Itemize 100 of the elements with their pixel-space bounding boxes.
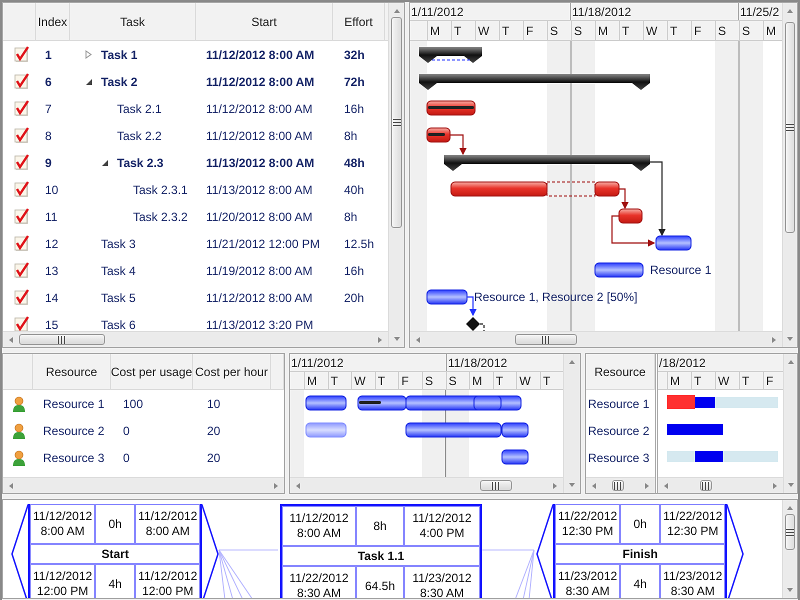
- vertical-scrollbar[interactable]: [782, 3, 797, 347]
- scroll-thumb[interactable]: [19, 334, 105, 345]
- scroll-left-icon[interactable]: [590, 482, 598, 490]
- start-cell-text: 11/12/2012 8:00 AM: [205, 102, 314, 116]
- column-header[interactable]: Cost per hour: [195, 364, 268, 378]
- scroll-down-icon[interactable]: [786, 335, 794, 343]
- horizontal-scrollbar[interactable]: [586, 477, 655, 493]
- scroll-up-icon[interactable]: [786, 358, 794, 366]
- start-cell-text: 11/19/2012 8:00 AM: [205, 264, 314, 278]
- scroll-left-icon[interactable]: [414, 336, 422, 344]
- scroll-thumb[interactable]: [391, 17, 402, 228]
- checked-note-icon[interactable]: [14, 235, 30, 252]
- start-cell-text: 11/12/2012 8:00 AM: [205, 48, 316, 62]
- vertical-scrollbar[interactable]: [563, 354, 580, 493]
- milestone-node[interactable]: 11/22/2012 12:30 PM 0h 11/22/2012 12:30 PM Finish 11/23/2012 8:30 AM 4h 11/23/2012 8:30 AM: [536, 504, 744, 598]
- vertical-scrollbar[interactable]: [783, 354, 797, 493]
- dependency-arrow: [619, 188, 629, 210]
- checked-note-icon[interactable]: [14, 100, 30, 117]
- effort-cell-text: 32h: [343, 48, 366, 62]
- task-bar[interactable]: [618, 208, 642, 224]
- date-text: 11/12/2012 8:00 AM: [33, 509, 92, 539]
- day-label: M: [307, 374, 317, 388]
- vertical-scrollbar[interactable]: [388, 3, 404, 347]
- task-bar[interactable]: [426, 100, 476, 116]
- task-bar[interactable]: [594, 262, 644, 278]
- checked-note-icon[interactable]: [14, 262, 30, 279]
- scroll-left-icon[interactable]: [7, 482, 15, 490]
- summary-bar[interactable]: [419, 74, 650, 90]
- scroll-thumb[interactable]: [700, 480, 712, 491]
- task-bar[interactable]: [656, 236, 692, 250]
- task-bar[interactable]: [594, 182, 620, 196]
- date-text: 11/22/2012 8:30 AM: [288, 571, 350, 598]
- resource-bar[interactable]: [406, 422, 502, 438]
- horizontal-scrollbar[interactable]: [3, 331, 388, 347]
- scroll-thumb[interactable]: [785, 514, 795, 550]
- scroll-up-icon[interactable]: [392, 7, 400, 15]
- index-cell-text: 7: [44, 102, 53, 116]
- cost-cell-text: 0: [122, 424, 131, 438]
- day-label: T: [622, 24, 630, 38]
- scroll-left-icon[interactable]: [7, 336, 15, 344]
- expanded-arrow-icon[interactable]: [85, 78, 93, 86]
- checked-note-icon[interactable]: [14, 208, 30, 225]
- column-header[interactable]: Task: [120, 14, 145, 28]
- scroll-right-icon[interactable]: [643, 482, 651, 490]
- resource-bar[interactable]: [306, 396, 346, 410]
- column-header[interactable]: Start: [251, 14, 277, 28]
- duration-text: 4h: [633, 576, 647, 592]
- scroll-thumb[interactable]: [515, 334, 577, 345]
- task-bar[interactable]: [426, 128, 450, 142]
- effort-cell-text: 48h: [343, 156, 366, 170]
- start-cell-text: 11/21/2012 12:00 PM: [205, 236, 321, 250]
- date-text: 11/22/2012 12:30 PM: [663, 509, 722, 539]
- scroll-left-icon[interactable]: [662, 482, 670, 490]
- scroll-thumb[interactable]: [785, 22, 795, 233]
- summary-bar[interactable]: [419, 47, 482, 63]
- resource-bar[interactable]: [474, 396, 502, 410]
- resource-bar[interactable]: [502, 422, 528, 438]
- checked-note-icon[interactable]: [14, 289, 30, 306]
- index-cell-text: 8: [44, 128, 53, 142]
- collapsed-arrow-icon[interactable]: [85, 50, 93, 59]
- vertical-scrollbar[interactable]: [782, 500, 797, 598]
- scroll-up-icon[interactable]: [786, 7, 794, 15]
- horizontal-scrollbar[interactable]: [290, 477, 563, 493]
- scroll-right-icon[interactable]: [551, 482, 559, 490]
- resource-bar[interactable]: [358, 396, 406, 410]
- milestone-node[interactable]: 11/12/2012 8:00 AM 0h 11/12/2012 8:00 AM Start 11/12/2012 12:00 PM 4h 11/12/2012 12:00 PM: [11, 504, 219, 598]
- scroll-left-icon[interactable]: [294, 482, 302, 490]
- checked-note-icon[interactable]: [14, 73, 30, 90]
- day-label: T: [454, 24, 462, 38]
- scroll-right-icon[interactable]: [376, 336, 384, 344]
- day-label: F: [694, 24, 702, 38]
- scroll-up-icon[interactable]: [786, 504, 794, 512]
- scroll-right-icon[interactable]: [771, 482, 779, 490]
- column-header[interactable]: Resource: [46, 364, 98, 378]
- horizontal-scrollbar[interactable]: [410, 331, 782, 347]
- checked-note-icon[interactable]: [14, 46, 30, 63]
- start-cell-text: 11/13/2012 3:20 PM: [205, 318, 314, 331]
- scroll-down-icon[interactable]: [568, 481, 576, 489]
- checked-note-icon[interactable]: [14, 181, 30, 198]
- summary-bar[interactable]: [444, 155, 650, 171]
- expanded-arrow-icon[interactable]: [101, 158, 109, 166]
- checked-note-icon[interactable]: [14, 127, 30, 144]
- column-header[interactable]: Cost per usage: [111, 364, 192, 378]
- scroll-right-icon[interactable]: [272, 482, 280, 490]
- checked-note-icon[interactable]: [14, 154, 30, 171]
- column-header[interactable]: Index: [38, 14, 68, 28]
- checked-note-icon[interactable]: [14, 316, 30, 331]
- scroll-down-icon[interactable]: [786, 586, 794, 594]
- scroll-thumb[interactable]: [480, 480, 512, 491]
- task-bar[interactable]: [426, 290, 468, 304]
- horizontal-scrollbar[interactable]: [658, 477, 783, 493]
- task-node[interactable]: 11/12/2012 8:00 AM 8h 11/12/2012 4:00 PM Task 1.1 11/22/2012 8:30 AM 64.5h 11/23/2012 8:30 AM: [280, 504, 482, 598]
- scroll-down-icon[interactable]: [392, 335, 400, 343]
- scroll-right-icon[interactable]: [770, 336, 778, 344]
- column-header[interactable]: Effort: [344, 14, 373, 28]
- scroll-up-icon[interactable]: [568, 358, 576, 366]
- scroll-thumb[interactable]: [612, 480, 624, 491]
- resource-bar[interactable]: [502, 450, 528, 464]
- scroll-down-icon[interactable]: [786, 481, 794, 489]
- horizontal-scrollbar[interactable]: [3, 477, 284, 493]
